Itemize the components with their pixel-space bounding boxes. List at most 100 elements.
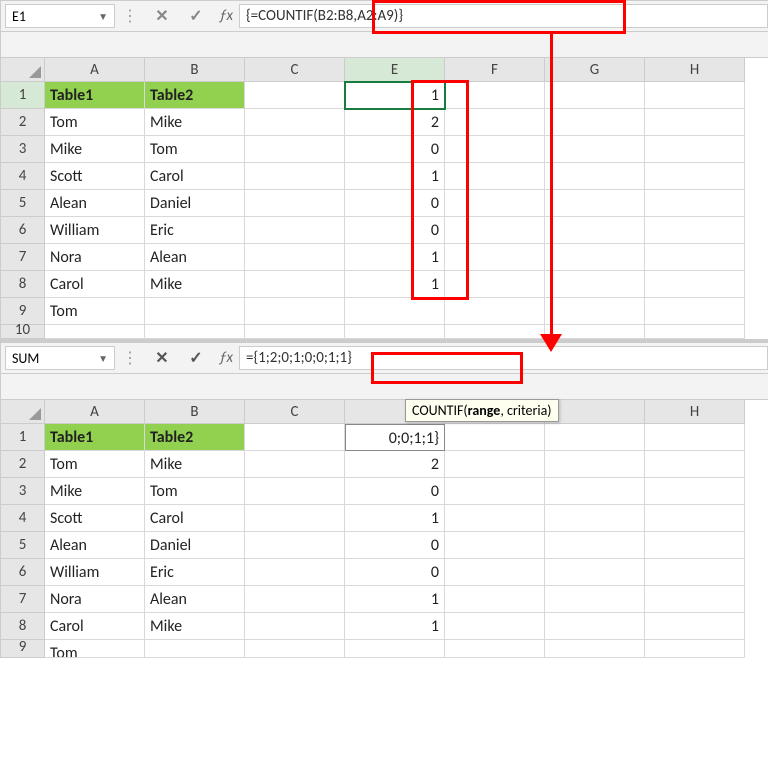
cell-E1[interactable]: 1	[345, 82, 445, 109]
row-head-10[interactable]: 10	[1, 325, 45, 339]
cell-F9[interactable]	[445, 298, 545, 325]
cell-E9b[interactable]	[345, 640, 445, 658]
cell-C3[interactable]	[245, 136, 345, 163]
cell-B2b[interactable]: Mike	[145, 451, 245, 478]
cell-B8[interactable]: Mike	[145, 271, 245, 298]
col-head-C[interactable]: C	[245, 58, 345, 82]
cell-E4[interactable]: 1	[345, 163, 445, 190]
row-head-3[interactable]: 3	[1, 136, 45, 163]
cell-A10[interactable]	[45, 325, 145, 339]
cell-B1[interactable]: Table2	[145, 82, 245, 109]
grid-top[interactable]: A B C E F G H 1 Table1 Table2 1 2 Tom Mi…	[1, 58, 768, 339]
cell-G8[interactable]	[545, 271, 645, 298]
row-head-2[interactable]: 2	[1, 109, 45, 136]
cell-E4b[interactable]: 1	[345, 505, 445, 532]
cell-E2b[interactable]: 2	[345, 451, 445, 478]
cell-C5b[interactable]	[245, 532, 345, 559]
cell-E3b[interactable]: 0	[345, 478, 445, 505]
select-all-corner[interactable]	[1, 400, 45, 424]
row-head-8[interactable]: 8	[1, 271, 45, 298]
cell-C2[interactable]	[245, 109, 345, 136]
cell-C2b[interactable]	[245, 451, 345, 478]
cell-E6b[interactable]: 0	[345, 559, 445, 586]
row-head-7[interactable]: 7	[1, 244, 45, 271]
select-all-corner[interactable]	[1, 58, 45, 82]
cell-H2[interactable]	[645, 109, 745, 136]
cell-A7[interactable]: Nora	[45, 244, 145, 271]
cell-H5b[interactable]	[645, 532, 745, 559]
cell-F8[interactable]	[445, 271, 545, 298]
cell-H2b[interactable]	[645, 451, 745, 478]
cell-C7[interactable]	[245, 244, 345, 271]
cell-A8[interactable]: Carol	[45, 271, 145, 298]
cell-G7b[interactable]	[545, 586, 645, 613]
cell-E9[interactable]	[345, 298, 445, 325]
cell-A6[interactable]: William	[45, 217, 145, 244]
cell-G9b[interactable]	[545, 640, 645, 658]
cell-F6b[interactable]	[445, 559, 545, 586]
cell-E7b[interactable]: 1	[345, 586, 445, 613]
row-head-6b[interactable]: 6	[1, 559, 45, 586]
cell-A6b[interactable]: William	[45, 559, 145, 586]
cell-G2[interactable]	[545, 109, 645, 136]
cell-C9b[interactable]	[245, 640, 345, 658]
cell-F5b[interactable]	[445, 532, 545, 559]
cell-G9[interactable]	[545, 298, 645, 325]
cell-H4b[interactable]	[645, 505, 745, 532]
cell-A9[interactable]: Tom	[45, 298, 145, 325]
cell-F6[interactable]	[445, 217, 545, 244]
cell-B6[interactable]: Eric	[145, 217, 245, 244]
name-box[interactable]: E1 ▼	[5, 4, 115, 28]
cell-G5b[interactable]	[545, 532, 645, 559]
cell-C1b[interactable]	[245, 424, 345, 451]
cell-H6[interactable]	[645, 217, 745, 244]
row-head-1b[interactable]: 1	[1, 424, 45, 451]
cell-F5[interactable]	[445, 190, 545, 217]
cell-G6[interactable]	[545, 217, 645, 244]
cell-A2b[interactable]: Tom	[45, 451, 145, 478]
cell-C4b[interactable]	[245, 505, 345, 532]
chevron-down-icon[interactable]: ▼	[98, 10, 108, 23]
fx-icon[interactable]: ƒx	[213, 7, 239, 25]
cell-A3[interactable]: Mike	[45, 136, 145, 163]
grid-bottom[interactable]: A B C H 1 Table1 Table2 0;0;1;1} 2 Tom M…	[1, 400, 768, 658]
cell-F10[interactable]	[445, 325, 545, 339]
cell-C6b[interactable]	[245, 559, 345, 586]
cell-F3[interactable]	[445, 136, 545, 163]
cell-E1b[interactable]: 0;0;1;1}	[345, 424, 445, 451]
cell-A4b[interactable]: Scott	[45, 505, 145, 532]
row-head-9b[interactable]: 9	[1, 640, 45, 658]
cell-E7[interactable]: 1	[345, 244, 445, 271]
cell-C9[interactable]	[245, 298, 345, 325]
cell-F1[interactable]	[445, 82, 545, 109]
cell-H10[interactable]	[645, 325, 745, 339]
cell-H3b[interactable]	[645, 478, 745, 505]
formula-input-bottom[interactable]: ={1;2;0;1;0;0;1;1}	[239, 346, 768, 370]
row-head-6[interactable]: 6	[1, 217, 45, 244]
cell-B4b[interactable]: Carol	[145, 505, 245, 532]
cell-E5[interactable]: 0	[345, 190, 445, 217]
col-head-H-b[interactable]: H	[645, 400, 745, 424]
cell-E10[interactable]	[345, 325, 445, 339]
cell-B5b[interactable]: Daniel	[145, 532, 245, 559]
col-head-F[interactable]: F	[445, 58, 545, 82]
cell-E3[interactable]: 0	[345, 136, 445, 163]
cell-B6b[interactable]: Eric	[145, 559, 245, 586]
cell-C8b[interactable]	[245, 613, 345, 640]
cell-A7b[interactable]: Nora	[45, 586, 145, 613]
cell-A8b[interactable]: Carol	[45, 613, 145, 640]
chevron-down-icon[interactable]: ▼	[98, 352, 108, 365]
cancel-icon[interactable]: ✕	[145, 345, 179, 371]
cell-F4b[interactable]	[445, 505, 545, 532]
row-head-5[interactable]: 5	[1, 190, 45, 217]
cell-H6b[interactable]	[645, 559, 745, 586]
fx-icon[interactable]: ƒx	[213, 349, 239, 367]
col-head-G[interactable]: G	[545, 58, 645, 82]
cell-B1b[interactable]: Table2	[145, 424, 245, 451]
row-head-2b[interactable]: 2	[1, 451, 45, 478]
cell-G1[interactable]	[545, 82, 645, 109]
row-head-8b[interactable]: 8	[1, 613, 45, 640]
cell-F7[interactable]	[445, 244, 545, 271]
col-head-H[interactable]: H	[645, 58, 745, 82]
cell-C10[interactable]	[245, 325, 345, 339]
